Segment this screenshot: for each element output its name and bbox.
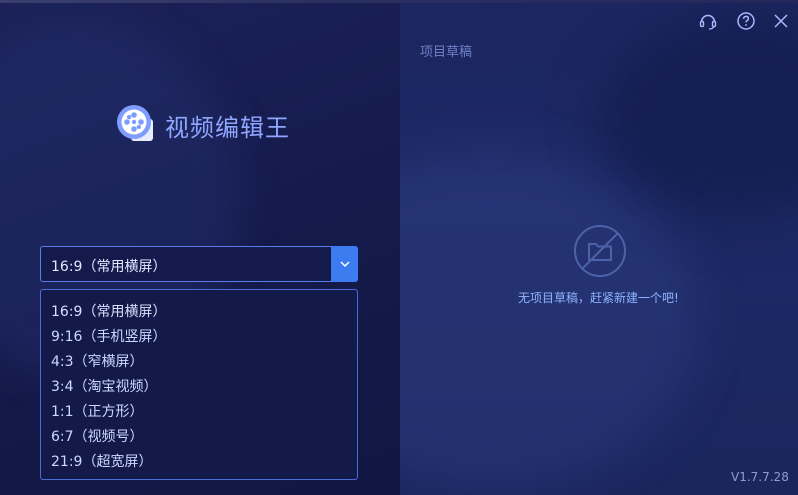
aspect-option-6-7[interactable]: 6:7（视频号） (41, 425, 357, 450)
app-title: 视频编辑王 (165, 114, 290, 142)
aspect-option-3-4[interactable]: 3:4（淘宝视频） (41, 375, 357, 400)
chevron-down-icon (339, 261, 350, 267)
empty-folder-icon (574, 225, 626, 277)
close-icon[interactable] (771, 11, 791, 31)
headset-icon[interactable] (698, 11, 718, 31)
aspect-option-1-1[interactable]: 1:1（正方形） (41, 400, 357, 425)
aspect-ratio-select[interactable]: 16:9（常用横屏） (40, 246, 358, 282)
help-icon[interactable] (736, 11, 756, 31)
aspect-ratio-options-list: 16:9（常用横屏） 9:16（手机竖屏） 4:3（窄横屏） 3:4（淘宝视频）… (40, 289, 358, 480)
version-label: V1.7.7.28 (731, 470, 789, 484)
app-logo-icon (117, 105, 153, 141)
empty-drafts-message: 无项目草稿，赶紧新建一个吧! (518, 291, 679, 305)
aspect-option-16-9[interactable]: 16:9（常用横屏） (41, 300, 357, 325)
window-top-strip (0, 0, 798, 3)
aspect-ratio-selected-value: 16:9（常用横屏） (51, 259, 167, 275)
drafts-section-title: 项目草稿 (420, 45, 473, 60)
aspect-option-9-16[interactable]: 9:16（手机竖屏） (41, 325, 357, 350)
aspect-ratio-dropdown-toggle[interactable] (331, 246, 358, 282)
aspect-option-4-3[interactable]: 4:3（窄横屏） (41, 350, 357, 375)
aspect-option-21-9[interactable]: 21:9（超宽屏） (41, 450, 357, 475)
